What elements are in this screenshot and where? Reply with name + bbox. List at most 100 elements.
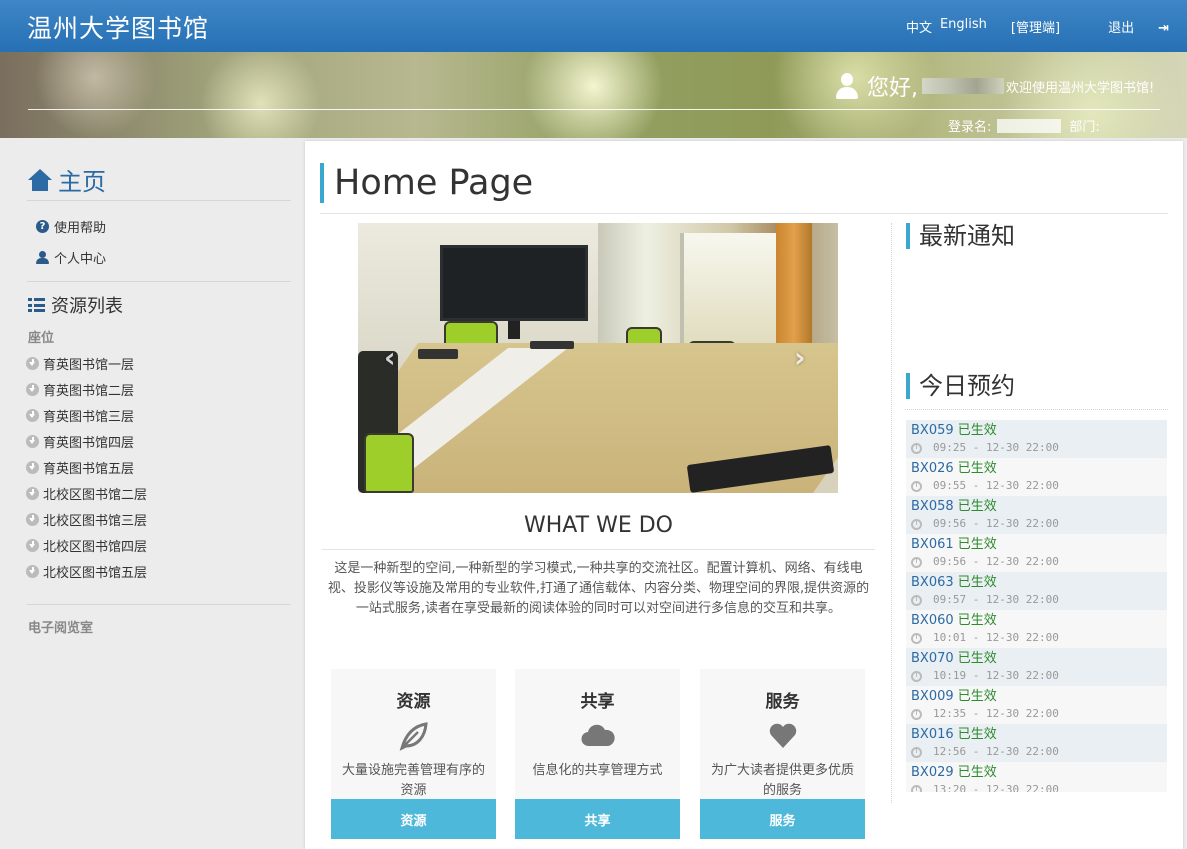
sidebar-divider — [27, 281, 291, 282]
sidebar-item-ereading[interactable]: 电子阅览室 — [28, 617, 93, 636]
card-text: 大量设施完善管理有序的资源 — [341, 763, 485, 798]
sidebar-home-label: 主页 — [58, 168, 106, 196]
sidebar-home[interactable]: 主页 — [28, 162, 106, 197]
sidebar-item-label: 育英图书馆五层 — [43, 462, 135, 477]
booking-time: 09:55 - 12-30 22:00 — [933, 479, 1059, 492]
feature-card-share: 共享 信息化的共享管理方式 共享 — [515, 669, 680, 839]
main-panel: Home Page ‹ › WHAT WE DO 这是一种新型的空间,一种新型的… — [305, 141, 1183, 849]
login-label: 登录名: — [948, 120, 992, 135]
booking-time: 12:56 - 12-30 22:00 — [933, 745, 1059, 758]
cloud-icon — [581, 721, 615, 751]
booking-item[interactable]: BX063 已生效 09:57 - 12-30 22:00 — [906, 572, 1167, 610]
top-links: 中文 English [管理端] 退出 ⇥ — [906, 17, 1169, 36]
brand-title[interactable]: 温州大学图书馆 — [27, 9, 209, 45]
clock-icon — [911, 480, 922, 492]
top-navbar: 温州大学图书馆 中文 English [管理端] 退出 ⇥ — [0, 0, 1187, 52]
dept-label: 部门: — [1069, 120, 1100, 135]
bookings-title: 今日预约 — [919, 372, 1015, 400]
booking-status: 已生效 — [957, 461, 997, 476]
sidebar-item-floor[interactable]: 北校区图书馆三层 — [26, 510, 147, 529]
booking-list[interactable]: BX059 已生效 09:25 - 12-30 22:00 BX026 已生效 … — [906, 420, 1167, 792]
resource-list-label: 资源列表 — [51, 296, 123, 317]
carousel-photo-keyboard — [418, 349, 458, 359]
card-text: 信息化的共享管理方式 — [532, 763, 663, 778]
booking-item[interactable]: BX009 已生效 12:35 - 12-30 22:00 — [906, 686, 1167, 724]
booking-item[interactable]: BX058 已生效 09:56 - 12-30 22:00 — [906, 496, 1167, 534]
download-icon — [26, 487, 39, 500]
booking-item[interactable]: BX061 已生效 09:56 - 12-30 22:00 — [906, 534, 1167, 572]
sidebar-item-profile[interactable]: 个人中心 — [36, 248, 106, 267]
sidebar-item-floor[interactable]: 育英图书馆二层 — [26, 380, 134, 399]
sidebar-item-floor[interactable]: 育英图书馆五层 — [26, 458, 134, 477]
blurred-username — [922, 78, 1004, 94]
booking-room: BX061 — [911, 537, 954, 552]
download-icon — [26, 539, 39, 552]
sidebar-item-label: 北校区图书馆五层 — [43, 566, 148, 581]
booking-item[interactable]: BX029 已生效 13:20 - 12-30 22:00 — [906, 762, 1167, 792]
banner-divider — [28, 109, 1160, 110]
list-icon — [28, 298, 45, 312]
what-divider — [322, 549, 875, 550]
carousel-prev-icon[interactable]: ‹ — [384, 343, 402, 373]
feature-card-resources: 资源 大量设施完善管理有序的资源 资源 — [331, 669, 496, 839]
sidebar-item-floor[interactable]: 育英图书馆四层 — [26, 432, 134, 451]
booking-time: 09:56 - 12-30 22:00 — [933, 555, 1059, 568]
sidebar-item-label: 育英图书馆一层 — [43, 358, 135, 373]
admin-link[interactable]: [管理端] — [1011, 17, 1060, 36]
booking-item[interactable]: BX016 已生效 12:56 - 12-30 22:00 — [906, 724, 1167, 762]
image-carousel[interactable]: ‹ › — [358, 223, 838, 493]
column-divider — [891, 223, 892, 803]
booking-item[interactable]: BX059 已生效 09:25 - 12-30 22:00 — [906, 420, 1167, 458]
sidebar-item-label: 北校区图书馆二层 — [43, 488, 148, 503]
sidebar-item-help[interactable]: ? 使用帮助 — [36, 217, 106, 236]
card-text: 为广大读者提供更多优质的服务 — [710, 763, 854, 798]
share-button[interactable]: 共享 — [515, 799, 680, 839]
user-icon — [835, 73, 859, 99]
booking-status: 已生效 — [957, 689, 997, 704]
sidebar-item-floor[interactable]: 北校区图书馆二层 — [26, 484, 147, 503]
intro-description: 这是一种新型的空间,一种新型的学习模式,一种共享的交流社区。配置计算机、网络、有… — [327, 561, 870, 616]
service-button[interactable]: 服务 — [700, 799, 865, 839]
booking-status: 已生效 — [957, 575, 997, 590]
carousel-photo-tv-stand — [508, 321, 520, 339]
sidebar-item-floor[interactable]: 北校区图书馆四层 — [26, 536, 147, 555]
clock-icon — [911, 670, 922, 682]
carousel-photo-chair — [364, 433, 414, 493]
card-title: 共享 — [580, 692, 615, 712]
booking-room: BX060 — [911, 613, 954, 628]
sidebar-divider — [27, 604, 291, 605]
booking-room: BX029 — [911, 765, 954, 780]
leaf-icon — [397, 721, 431, 751]
booking-room: BX063 — [911, 575, 954, 590]
resources-button[interactable]: 资源 — [331, 799, 496, 839]
booking-time: 12:35 - 12-30 22:00 — [933, 707, 1059, 720]
download-icon — [26, 435, 39, 448]
lang-en-link[interactable]: English — [940, 17, 987, 36]
logout-link[interactable]: 退出 ⇥ — [1084, 17, 1169, 36]
booking-item[interactable]: BX070 已生效 10:19 - 12-30 22:00 — [906, 648, 1167, 686]
sidebar-item-floor[interactable]: 育英图书馆三层 — [26, 406, 134, 425]
user-meta: 登录名: 部门: — [948, 116, 1100, 135]
lang-zh-link[interactable]: 中文 — [906, 17, 932, 36]
clock-icon — [911, 518, 922, 530]
clock-icon — [911, 746, 922, 758]
booking-time: 09:56 - 12-30 22:00 — [933, 517, 1059, 530]
booking-time: 10:19 - 12-30 22:00 — [933, 669, 1059, 682]
booking-room: BX026 — [911, 461, 954, 476]
sidebar-item-label: 育英图书馆二层 — [43, 384, 135, 399]
booking-status: 已生效 — [957, 765, 997, 780]
carousel-next-icon[interactable]: › — [794, 343, 812, 373]
sidebar: 主页 ? 使用帮助 个人中心 资源列表 座位 育英图书馆一层 育英图书馆二层 育… — [0, 138, 305, 849]
title-divider — [320, 213, 1168, 214]
sidebar-item-floor[interactable]: 北校区图书馆五层 — [26, 562, 147, 581]
download-icon — [26, 513, 39, 526]
sidebar-item-label: 个人中心 — [54, 252, 107, 267]
logout-icon: ⇥ — [1158, 21, 1169, 36]
sidebar-divider — [27, 200, 291, 201]
booking-time: 10:01 - 12-30 22:00 — [933, 631, 1059, 644]
booking-item[interactable]: BX060 已生效 10:01 - 12-30 22:00 — [906, 610, 1167, 648]
booking-status: 已生效 — [957, 651, 997, 666]
booking-item[interactable]: BX026 已生效 09:55 - 12-30 22:00 — [906, 458, 1167, 496]
greeting-text: 您好, — [867, 76, 918, 101]
sidebar-item-floor[interactable]: 育英图书馆一层 — [26, 354, 134, 373]
